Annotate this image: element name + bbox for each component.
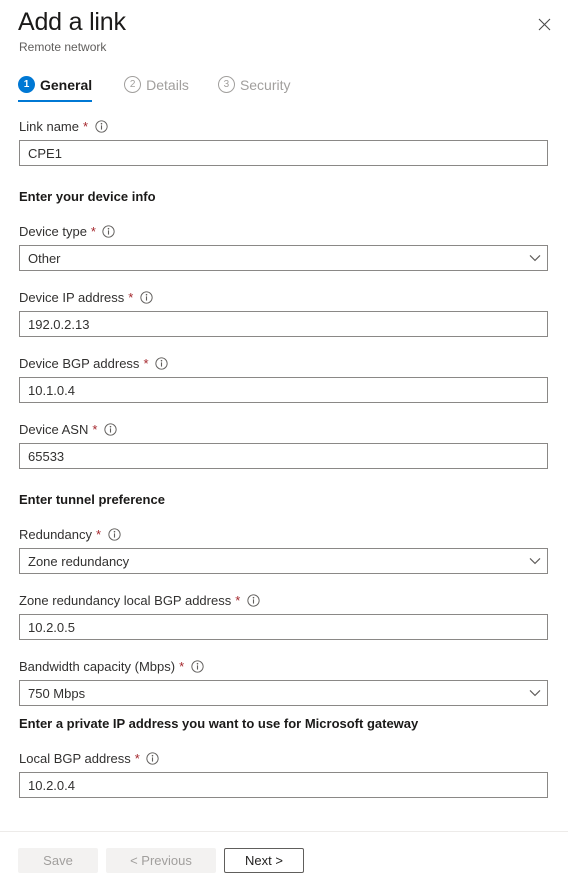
next-button[interactable]: Next > [224,848,304,873]
device-asn-label: Device ASN * [19,421,548,438]
required-asterisk: * [235,593,241,608]
field-device-type: Device type * Other [19,223,548,271]
link-name-label: Link name * [19,118,548,135]
required-asterisk: * [90,224,96,239]
required-asterisk: * [92,422,98,437]
device-ip-label: Device IP address * [19,289,548,306]
device-type-label: Device type * [19,223,548,240]
field-link-name: Link name * [19,118,548,166]
zone-local-bgp-label: Zone redundancy local BGP address * [19,592,548,609]
page-title: Add a link [18,8,126,36]
link-name-input[interactable] [19,140,548,166]
field-redundancy: Redundancy * Zone redundancy [19,526,548,574]
info-icon[interactable] [155,357,169,371]
required-asterisk: * [96,527,102,542]
info-icon[interactable] [246,594,260,608]
tab-security-label: Security [239,76,291,93]
bandwidth-selected-value: 750 Mbps [28,685,86,701]
redundancy-select-wrap: Zone redundancy [19,548,548,574]
page-subtitle: Remote network [19,40,107,54]
redundancy-label-text: Redundancy [19,527,92,542]
tab-general-label: General [40,76,93,93]
tab-security-step-number: 3 [217,76,235,93]
bandwidth-select-wrap: 750 Mbps [19,680,548,706]
previous-button[interactable]: < Previous [106,848,216,873]
redundancy-label: Redundancy * [19,526,548,543]
local-bgp-input[interactable] [19,772,548,798]
info-icon[interactable] [102,225,116,239]
panel-header: Add a link Remote network [0,0,568,62]
device-type-selected-value: Other [28,250,61,266]
device-bgp-input[interactable] [19,377,548,403]
zone-local-bgp-input[interactable] [19,614,548,640]
info-icon[interactable] [103,423,117,437]
general-form: Link name * Enter your device info Devic… [0,118,568,798]
device-bgp-label: Device BGP address * [19,355,548,372]
required-asterisk: * [128,290,134,305]
field-device-asn: Device ASN * [19,421,548,469]
device-type-select-wrap: Other [19,245,548,271]
bandwidth-select[interactable]: 750 Mbps [19,680,548,706]
tab-security[interactable]: 3 Security [217,76,303,102]
panel-footer: Save < Previous Next > [18,848,304,873]
required-asterisk: * [134,751,140,766]
local-bgp-label-text: Local BGP address [19,751,131,766]
tab-details-step-number: 2 [124,76,142,93]
link-name-label-text: Link name [19,119,79,134]
required-asterisk: * [179,659,185,674]
info-icon[interactable] [94,120,108,134]
tab-general-step-number: 1 [18,76,35,93]
field-device-bgp-address: Device BGP address * [19,355,548,403]
add-link-panel: Add a link Remote network 1 General 2 De… [0,0,568,890]
footer-divider [0,831,568,832]
tab-general[interactable]: 1 General [18,76,104,102]
device-ip-label-text: Device IP address [19,290,125,305]
local-bgp-label: Local BGP address * [19,750,548,767]
field-local-bgp-address: Local BGP address * [19,750,548,798]
device-type-select[interactable]: Other [19,245,548,271]
microsoft-gateway-section-heading: Enter a private IP address you want to u… [19,716,419,731]
info-icon[interactable] [190,660,204,674]
device-info-section-heading: Enter your device info [19,189,156,204]
info-icon[interactable] [146,752,160,766]
required-asterisk: * [82,119,89,134]
field-bandwidth-capacity: Bandwidth capacity (Mbps) * 750 Mbps [19,658,548,706]
tunnel-preference-section-heading: Enter tunnel preference [19,492,165,507]
field-device-ip-address: Device IP address * [19,289,548,337]
device-asn-label-text: Device ASN [19,422,89,437]
wizard-tabs: 1 General 2 Details 3 Security [18,76,320,102]
redundancy-selected-value: Zone redundancy [28,553,130,569]
tab-details-label: Details [146,76,189,93]
bandwidth-label: Bandwidth capacity (Mbps) * [19,658,548,675]
zone-local-bgp-label-text: Zone redundancy local BGP address [19,593,232,608]
save-button[interactable]: Save [18,848,98,873]
redundancy-select[interactable]: Zone redundancy [19,548,548,574]
device-ip-input[interactable] [19,311,548,337]
device-bgp-label-text: Device BGP address [19,356,140,371]
close-icon[interactable] [529,9,559,39]
info-icon[interactable] [107,528,121,542]
field-zone-redundancy-local-bgp-address: Zone redundancy local BGP address * [19,592,548,640]
device-asn-input[interactable] [19,443,548,469]
device-type-label-text: Device type [19,224,87,239]
bandwidth-label-text: Bandwidth capacity (Mbps) [19,659,176,674]
info-icon[interactable] [139,291,153,305]
required-asterisk: * [143,356,149,371]
tab-details[interactable]: 2 Details [124,76,201,102]
